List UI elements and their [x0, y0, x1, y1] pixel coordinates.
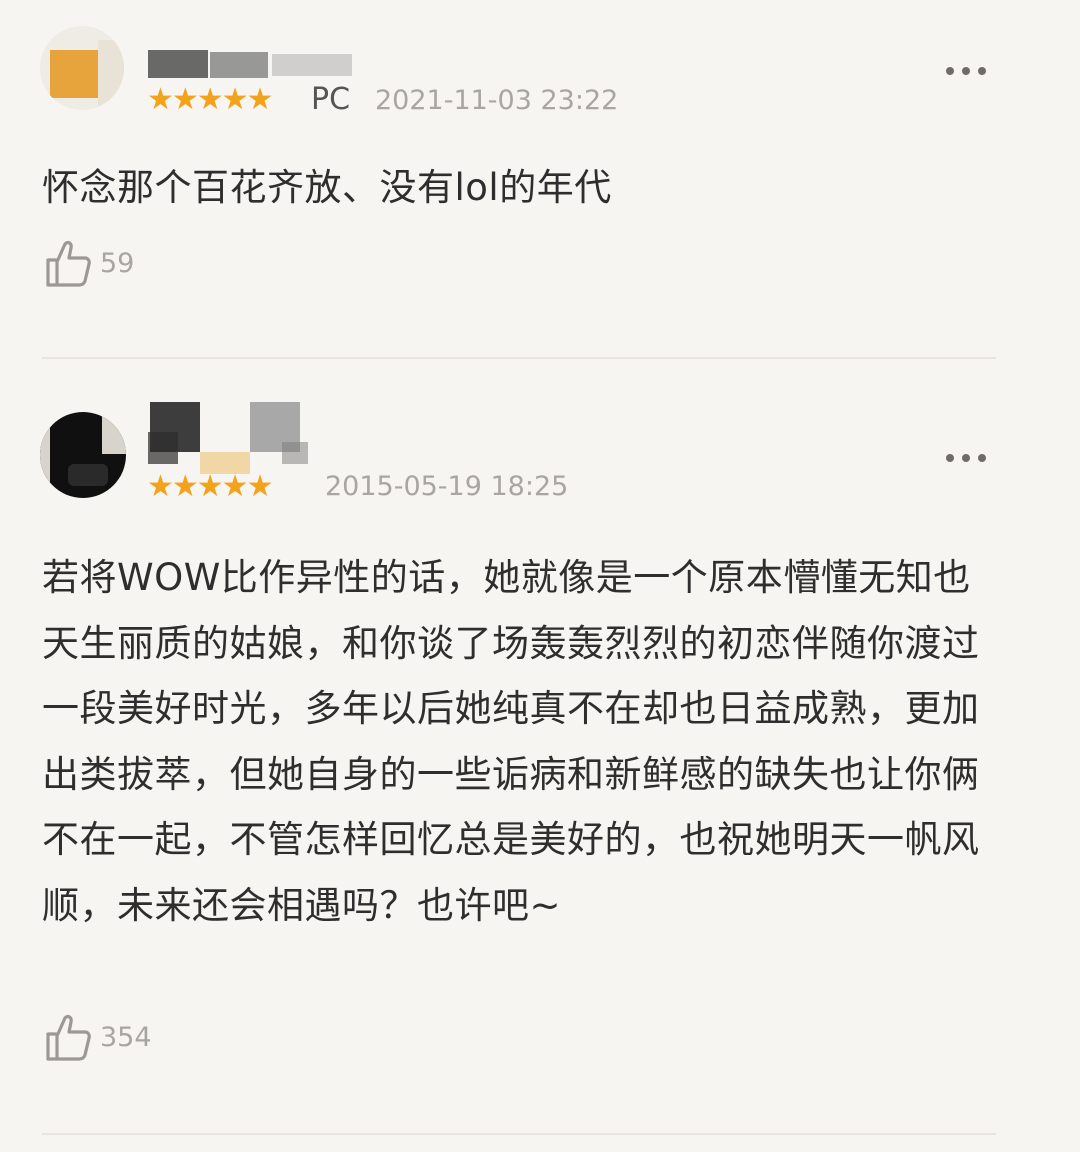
more-options-icon[interactable] [946, 454, 986, 464]
divider [42, 357, 996, 359]
like-count: 354 [100, 1022, 152, 1053]
review-content: 怀念那个百花齐放、没有lol的年代 [42, 166, 612, 209]
review-content: 若将WOW比作异性的话，她就像是一个原本懵懂无知也天生丽质的姑娘，和你谈了场轰轰… [42, 556, 980, 927]
review-time: 2015-05-19 18:25 [325, 471, 569, 502]
username-blurred[interactable] [148, 402, 310, 474]
like-button[interactable]: 354 [44, 1012, 204, 1062]
thumbs-up-icon [46, 1015, 91, 1061]
divider [42, 1133, 996, 1135]
username-blurred[interactable] [148, 44, 353, 78]
avatar[interactable] [40, 26, 124, 110]
review-time: 2021-11-03 23:22 [375, 85, 619, 116]
rating-stars: ★★★★★ [147, 82, 273, 117]
more-options-icon[interactable] [946, 67, 986, 77]
rating-stars: ★★★★★ [147, 469, 273, 504]
platform-label: PC [311, 82, 351, 117]
thumbs-up-icon [46, 241, 91, 287]
like-button[interactable]: 59 [44, 238, 184, 288]
like-count: 59 [100, 248, 135, 279]
avatar[interactable] [40, 412, 126, 498]
